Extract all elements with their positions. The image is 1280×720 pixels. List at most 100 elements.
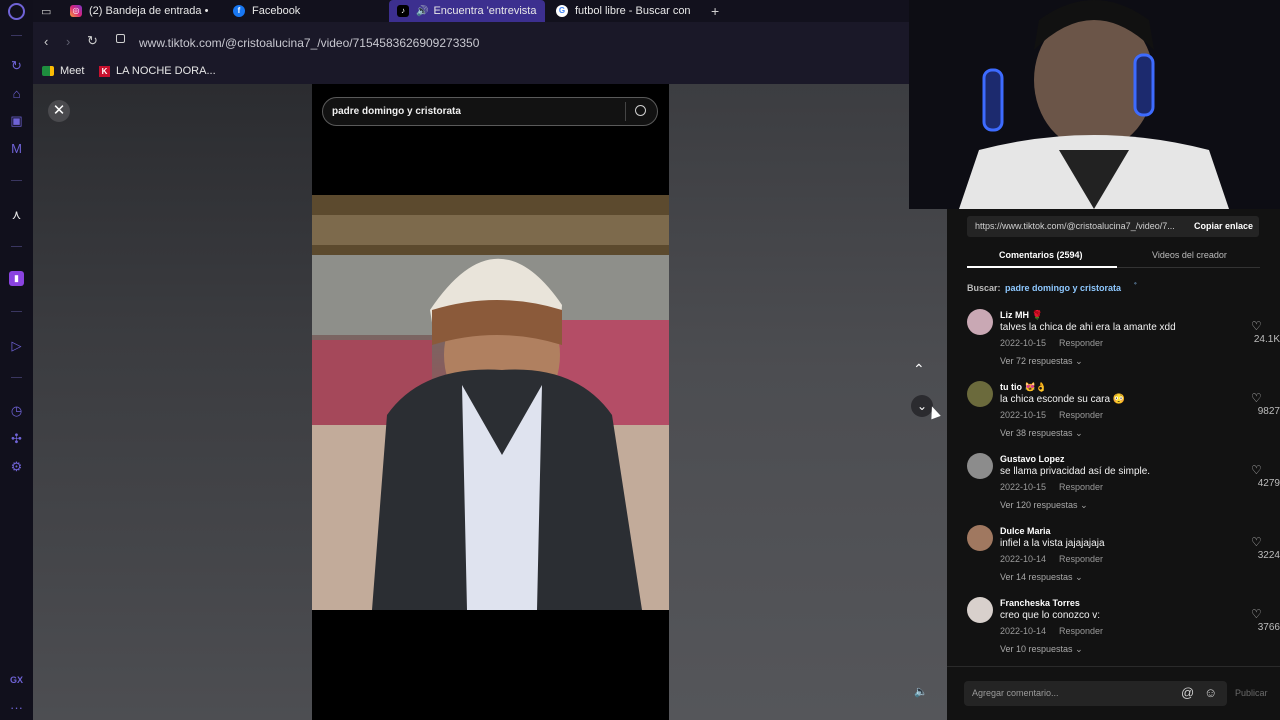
comment-text: infiel a la vista jajajajaja [1000, 538, 1105, 549]
reply-button[interactable]: Responder [1059, 410, 1103, 420]
previous-video-chevron-up-icon[interactable]: ⌃ [913, 361, 925, 378]
tab-label: Encuentra 'entrevista [433, 5, 537, 17]
comment-author[interactable]: Dulce Maria [1000, 526, 1051, 536]
comment-author[interactable]: Liz MH 🌹 [1000, 310, 1043, 321]
view-replies-button[interactable]: Ver 72 respuestas ⌄ [1000, 356, 1083, 367]
search-query-link[interactable]: padre domingo y cristorata [1005, 283, 1121, 293]
like-heart-icon[interactable]: ♡ [1251, 391, 1262, 405]
bag-icon[interactable]: ⌂ [9, 86, 24, 101]
view-replies-button[interactable]: Ver 10 respuestas ⌄ [1000, 644, 1083, 655]
tiktok-sidebar-icon[interactable]: ⋏ [9, 207, 24, 222]
tab-overview-icon[interactable]: ▭ [41, 0, 61, 22]
comment-date: 2022-10-15 [1000, 338, 1047, 348]
google-icon: G [556, 5, 568, 17]
chevron-down-icon: ⌄ [1075, 356, 1083, 366]
comment-input-box[interactable]: Agregar comentario... @ ☺ [964, 681, 1227, 706]
like-count: 24.1K [1253, 334, 1280, 345]
tab-creator-videos[interactable]: Videos del creador [1152, 250, 1227, 260]
reload-icon[interactable]: ↻ [87, 33, 98, 49]
messenger-icon[interactable]: M [9, 141, 24, 156]
comment-item: Francheska Torres creo que lo conozco v:… [967, 597, 1280, 667]
reply-button[interactable]: Responder [1059, 554, 1103, 564]
comment-author[interactable]: Francheska Torres [1000, 598, 1080, 608]
emoji-icon[interactable]: ☺ [1204, 685, 1217, 700]
video-player[interactable]: padre domingo y cristorata [312, 84, 669, 720]
more-dots-icon[interactable]: ··· [9, 700, 24, 715]
like-heart-icon[interactable]: ♡ [1251, 463, 1262, 477]
comment-text: la chica esconde su cara 😳 [1000, 394, 1126, 405]
avatar[interactable] [967, 381, 993, 407]
tab-comments[interactable]: Comentarios (2594) [999, 250, 1083, 260]
comment-item: Dulce Maria infiel a la vista jajajajaja… [967, 525, 1280, 595]
view-replies-button[interactable]: Ver 38 respuestas ⌄ [1000, 428, 1083, 439]
close-icon[interactable]: ✕ [48, 100, 70, 122]
player-icon[interactable]: ▷ [9, 338, 24, 353]
active-tab-underline [967, 266, 1117, 268]
reply-button[interactable]: Responder [1059, 626, 1103, 636]
tab-tiktok[interactable]: ♪ 🔊 Encuentra 'entrevista [389, 0, 545, 22]
extensions-icon[interactable]: ✣ [9, 431, 24, 446]
like-heart-icon[interactable]: ♡ [1251, 535, 1262, 549]
tab-divider [1117, 267, 1260, 268]
forward-arrow-icon[interactable]: › [66, 34, 70, 49]
copy-link-button[interactable]: Copiar enlace [1194, 221, 1253, 231]
webcam-overlay [909, 0, 1280, 209]
new-tab-plus-icon[interactable]: + [711, 0, 727, 22]
bookmark-label: Meet [60, 65, 85, 77]
search-bar[interactable]: padre domingo y cristorata [322, 97, 658, 126]
tab-google[interactable]: G futbol libre - Buscar con [556, 0, 701, 22]
chevron-down-icon: ⌄ [1075, 644, 1083, 654]
comment-author[interactable]: Gustavo Lopez [1000, 454, 1065, 464]
bookmark-la-noche[interactable]: K LA NOCHE DORA... [99, 65, 216, 77]
comment-date: 2022-10-14 [1000, 626, 1047, 636]
tab-instagram[interactable]: ◎ (2) Bandeja de entrada • [70, 0, 218, 22]
view-replies-button[interactable]: Ver 120 respuestas ⌄ [1000, 500, 1088, 511]
history-icon[interactable]: ↻ [9, 58, 24, 73]
avatar[interactable] [967, 597, 993, 623]
lock-icon [116, 34, 125, 43]
divider [11, 180, 22, 181]
chevron-down-icon: ⌄ [1080, 500, 1088, 510]
like-count: 4279 [1257, 478, 1280, 489]
avatar[interactable] [967, 453, 993, 479]
bookmarks-bar: Meet K LA NOCHE DORA... [33, 60, 909, 84]
back-arrow-icon[interactable]: ‹ [44, 34, 48, 49]
like-heart-icon[interactable]: ♡ [1251, 319, 1262, 333]
url-field[interactable]: www.tiktok.com/@cristoalucina7_/video/71… [139, 36, 479, 50]
audio-playing-icon[interactable]: 🔊 [416, 6, 428, 17]
avatar[interactable] [967, 525, 993, 551]
settings-gear-icon[interactable]: ⚙ [9, 459, 24, 474]
search-input[interactable]: padre domingo y cristorata [332, 106, 461, 117]
tab-label: futbol libre - Buscar con [575, 5, 691, 17]
view-replies-button[interactable]: Ver 14 respuestas ⌄ [1000, 572, 1083, 583]
search-prefix-label: Buscar: [967, 283, 1001, 293]
avatar[interactable] [967, 309, 993, 335]
tab-facebook[interactable]: f Facebook [233, 0, 383, 22]
clock-icon[interactable]: ◷ [9, 403, 24, 418]
facebook-icon: f [233, 5, 245, 17]
comment-text: talves la chica de ahi era la amante xdd [1000, 322, 1176, 333]
divider [11, 311, 22, 312]
comment-author[interactable]: tu tio 😻👌 [1000, 382, 1047, 393]
volume-icon[interactable]: 🔈 [914, 685, 928, 698]
opera-logo-icon[interactable] [8, 3, 25, 20]
blurred-background-left [33, 84, 312, 720]
meet-icon [42, 66, 54, 76]
view-replies-label: Ver 120 respuestas [1000, 500, 1078, 510]
comment-input[interactable]: Agregar comentario... [972, 688, 1059, 698]
mention-at-icon[interactable]: @ [1181, 685, 1194, 700]
gx-corner-label[interactable]: GX [9, 673, 24, 688]
twitch-icon[interactable]: ▮ [9, 271, 24, 286]
reply-button[interactable]: Responder [1059, 338, 1103, 348]
tiktok-icon: ♪ [397, 5, 409, 17]
comment-date: 2022-10-15 [1000, 482, 1047, 492]
like-heart-icon[interactable]: ♡ [1251, 607, 1262, 621]
publish-button[interactable]: Publicar [1235, 688, 1268, 698]
pinboard-icon[interactable]: ▣ [9, 113, 24, 128]
comment-text: se llama privacidad así de simple. [1000, 466, 1151, 477]
bookmark-meet[interactable]: Meet [42, 65, 84, 77]
video-link-text[interactable]: https://www.tiktok.com/@cristoalucina7_/… [975, 221, 1175, 231]
comment-date: 2022-10-14 [1000, 554, 1047, 564]
search-icon[interactable] [635, 105, 646, 116]
reply-button[interactable]: Responder [1059, 482, 1103, 492]
